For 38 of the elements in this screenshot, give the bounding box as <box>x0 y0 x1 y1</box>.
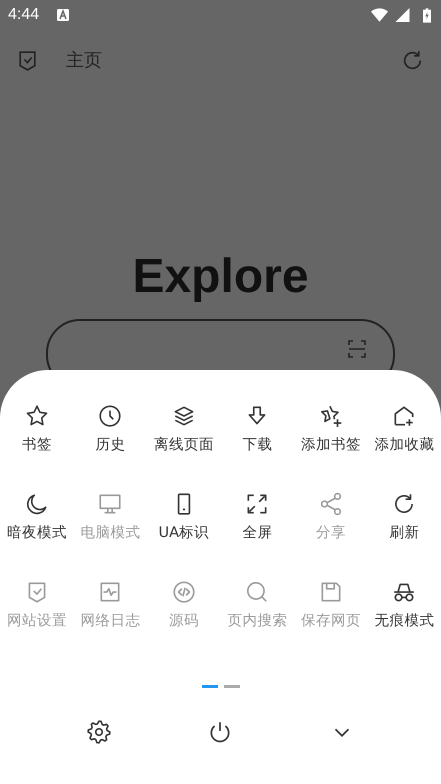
menu-item[interactable]: 暗夜模式 <box>0 491 74 549</box>
clock-icon <box>100 405 121 427</box>
star-icon <box>26 405 48 426</box>
menu-item[interactable]: 历史 <box>74 403 147 461</box>
menu-item[interactable]: 下载 <box>220 403 294 461</box>
house-plus-icon <box>394 406 414 427</box>
menu-item[interactable]: 离线页面 <box>147 403 220 461</box>
pulse-icon <box>100 582 120 602</box>
code-icon <box>173 581 194 603</box>
fullscreen-icon <box>248 494 267 514</box>
layers-icon <box>174 406 194 426</box>
status-time: 4:44 <box>8 6 40 24</box>
incognito-icon <box>394 584 415 602</box>
notification-icon <box>57 9 70 21</box>
moon-icon <box>26 494 46 514</box>
monitor-icon <box>100 494 121 514</box>
page-indicator[interactable] <box>224 685 240 688</box>
shield-check-icon <box>28 582 46 603</box>
download-icon <box>248 406 266 424</box>
menu-item[interactable]: 无痕模式 <box>368 579 441 637</box>
refresh-icon <box>395 493 414 513</box>
menu-item[interactable]: 刷新 <box>368 491 441 549</box>
phone-icon <box>178 493 190 515</box>
menu-item[interactable]: UA标识 <box>147 491 220 549</box>
scan-icon[interactable] <box>345 337 369 361</box>
menu-item[interactable]: 添加书签 <box>294 403 368 461</box>
explore-heading: Explore <box>131 252 310 302</box>
menu-item[interactable]: 书签 <box>0 403 74 461</box>
wifi-icon <box>371 8 388 22</box>
page-indicator[interactable] <box>202 685 218 688</box>
search-icon <box>247 582 268 602</box>
share-icon <box>320 492 341 516</box>
signal-icon <box>394 8 411 22</box>
menu-item[interactable]: 添加收藏 <box>368 403 441 461</box>
menu-item[interactable]: 全屏 <box>220 491 294 549</box>
page-title: 主页 <box>66 49 102 72</box>
settings-icon[interactable] <box>86 719 112 745</box>
battery-icon <box>423 8 431 22</box>
